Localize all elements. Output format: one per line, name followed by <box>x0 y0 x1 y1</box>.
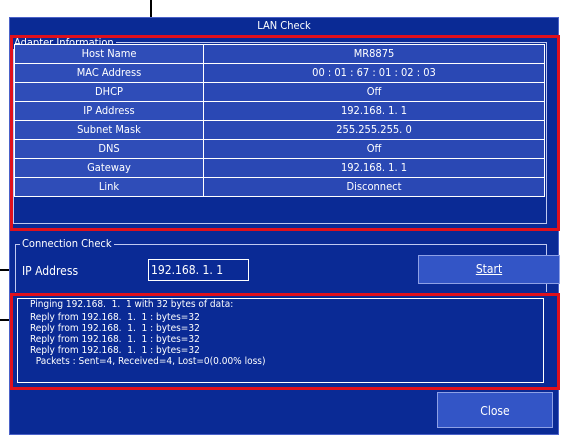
row-value: Disconnect <box>203 177 545 197</box>
row-key: Subnet Mask <box>14 120 204 140</box>
connection-group-label: Connection Check <box>20 237 114 250</box>
row-key: IP Address <box>14 101 204 121</box>
log-line: Pinging 192.168. 1. 1 with 32 bytes of d… <box>30 299 234 310</box>
row-value: 00 : 01 : 67 : 01 : 02 : 03 <box>203 63 545 83</box>
start-button-label: Start <box>475 262 503 276</box>
table-row: Gateway 192.168. 1. 1 <box>14 158 545 178</box>
row-value: MR8875 <box>203 44 545 64</box>
log-line: Reply from 192.168. 1. 1 : bytes=32 <box>30 345 200 356</box>
log-line: Reply from 192.168. 1. 1 : bytes=32 <box>30 323 200 334</box>
row-key: Gateway <box>14 158 204 178</box>
log-line: Packets : Sent=4, Received=4, Lost=0(0.0… <box>30 356 266 367</box>
row-key: Link <box>14 177 204 197</box>
row-value: 192.168. 1. 1 <box>203 158 545 178</box>
close-button[interactable]: Close <box>437 392 553 428</box>
table-row: Link Disconnect <box>14 177 545 197</box>
ip-address-label: IP Address <box>22 264 79 278</box>
ip-address-input[interactable]: 192.168. 1. 1 <box>148 259 249 281</box>
log-line: Reply from 192.168. 1. 1 : bytes=32 <box>30 334 200 345</box>
ping-log: Pinging 192.168. 1. 1 with 32 bytes of d… <box>17 298 544 383</box>
row-value: 192.168. 1. 1 <box>203 101 545 121</box>
row-key: DNS <box>14 139 204 159</box>
window-title: LAN Check <box>257 19 311 32</box>
row-value: Off <box>203 139 545 159</box>
table-row: DNS Off <box>14 139 545 159</box>
log-line: Reply from 192.168. 1. 1 : bytes=32 <box>30 312 200 323</box>
close-button-label: Close <box>480 404 510 418</box>
row-key: DHCP <box>14 82 204 102</box>
table-row: Host Name MR8875 <box>14 44 545 64</box>
table-row: MAC Address 00 : 01 : 67 : 01 : 02 : 03 <box>14 63 545 83</box>
row-value: Off <box>203 82 545 102</box>
start-button[interactable]: Start <box>418 255 560 284</box>
table-row: DHCP Off <box>14 82 545 102</box>
table-row: IP Address 192.168. 1. 1 <box>14 101 545 121</box>
row-key: MAC Address <box>14 63 204 83</box>
table-row: Subnet Mask 255.255.255. 0 <box>14 120 545 140</box>
row-value: 255.255.255. 0 <box>203 120 545 140</box>
adapter-info-table: Host Name MR8875 MAC Address 00 : 01 : 6… <box>14 44 545 197</box>
row-key: Host Name <box>14 44 204 64</box>
